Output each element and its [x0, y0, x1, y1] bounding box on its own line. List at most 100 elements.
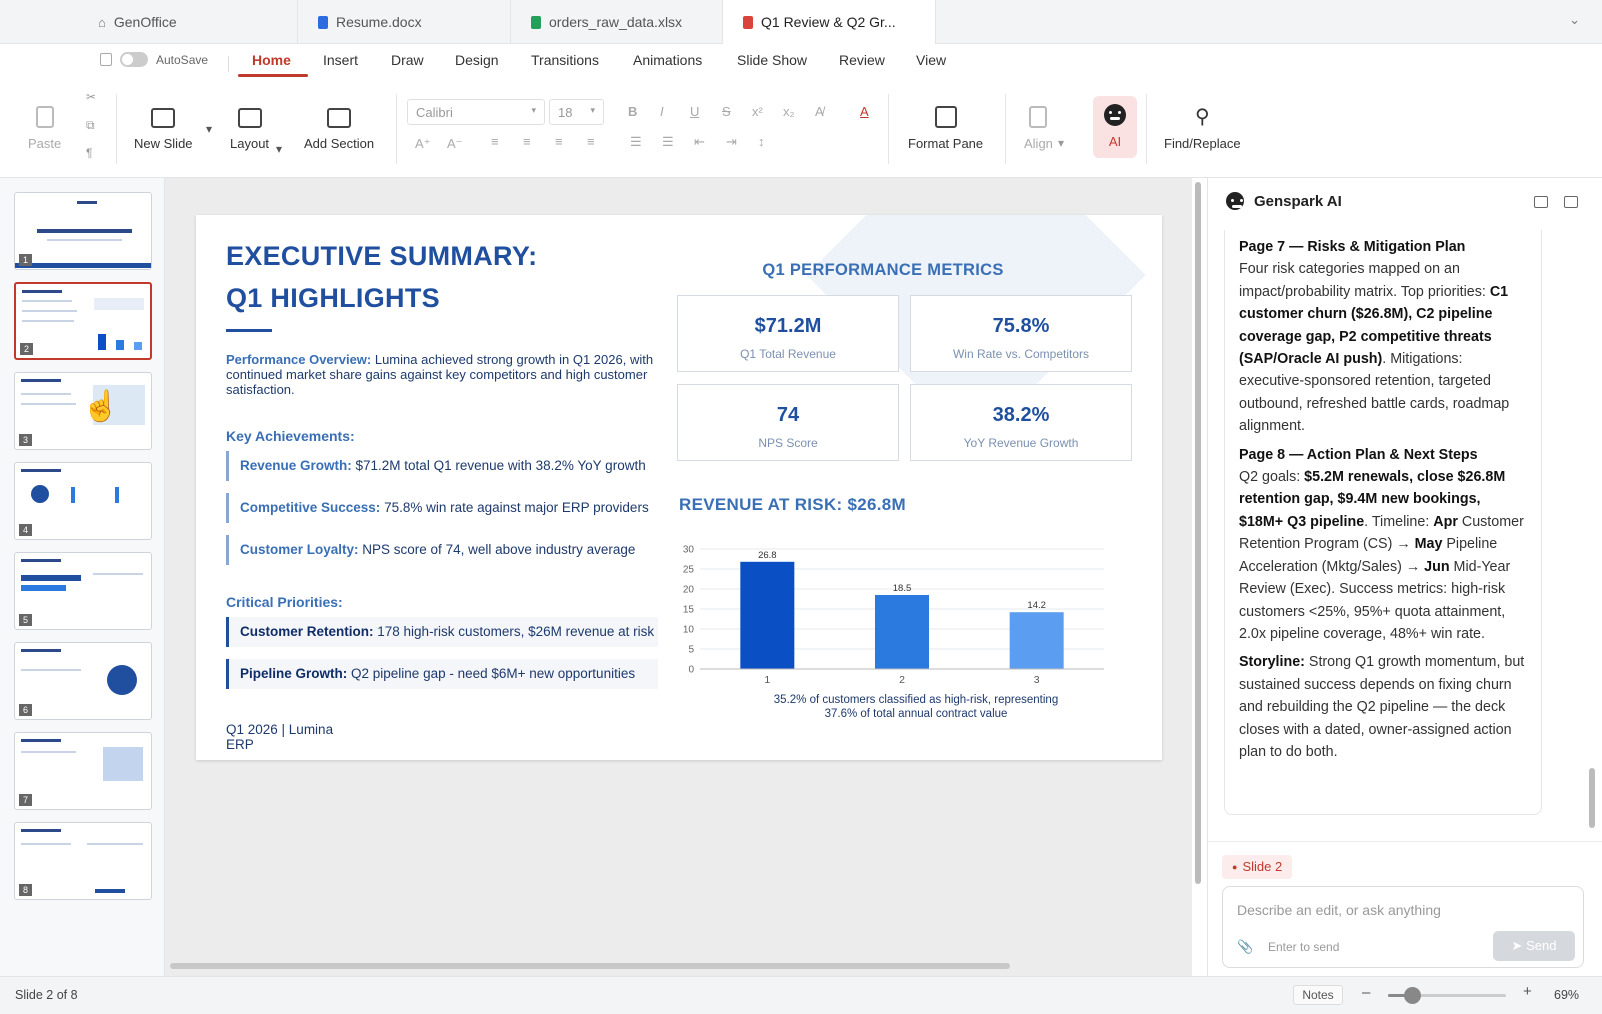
- tab-orders-data[interactable]: orders_raw_data.xlsx: [511, 0, 723, 44]
- font-size-select[interactable]: 18 ▾: [549, 99, 604, 125]
- collapse-panel-icon[interactable]: [1564, 196, 1578, 208]
- menu-animations[interactable]: Animations: [633, 52, 702, 68]
- slide-2[interactable]: EXECUTIVE SUMMARY: Q1 HIGHLIGHTS Perform…: [196, 215, 1162, 760]
- slide-thumbnail[interactable]: 5: [14, 552, 152, 630]
- slide-number: 3: [19, 434, 32, 446]
- indent-icon[interactable]: ⇥: [726, 134, 737, 150]
- autosave-toggle[interactable]: [120, 52, 148, 67]
- slide-thumbnail[interactable]: 7: [14, 732, 152, 810]
- slide-thumbnail-selected[interactable]: 2: [14, 282, 152, 360]
- numbered-list-icon[interactable]: ☰: [662, 134, 674, 150]
- align-right-icon[interactable]: ≡: [555, 134, 563, 149]
- decrease-font-icon[interactable]: A⁻: [447, 136, 463, 152]
- y-tick-label: 10: [683, 625, 695, 636]
- metrics-title: Q1 PERFORMANCE METRICS: [762, 261, 1004, 279]
- chat-scrollbar-thumb[interactable]: [1589, 768, 1595, 828]
- tab-genoffice[interactable]: ⌂ GenOffice: [78, 0, 298, 44]
- thumbnail-bar: [115, 487, 119, 503]
- thumbnail-text-line: [21, 393, 71, 395]
- word-doc-icon: [318, 15, 328, 29]
- font-color-icon[interactable]: A: [860, 104, 869, 119]
- zoom-slider-handle[interactable]: [1404, 987, 1421, 1004]
- ai-panel-header: Genspark AI: [1226, 192, 1342, 210]
- align-dropdown-icon[interactable]: ▾: [1058, 136, 1064, 150]
- slide-thumbnail[interactable]: 4: [14, 462, 152, 540]
- save-icon[interactable]: [100, 53, 112, 66]
- align-center-icon[interactable]: ≡: [523, 134, 531, 149]
- slide-thumbnail[interactable]: 8: [14, 822, 152, 900]
- bold-icon[interactable]: B: [628, 104, 637, 119]
- slide-number: 1: [19, 254, 32, 266]
- attach-icon[interactable]: 📎: [1237, 939, 1253, 955]
- slide-number: 8: [19, 884, 32, 896]
- ribbon-toolbar: Paste ✂ ⧉ ¶ New Slide ▾ Layout ▾ Add Sec…: [0, 82, 1602, 178]
- paste-button[interactable]: Paste: [28, 106, 61, 151]
- format-pane-button[interactable]: Format Pane: [908, 106, 983, 151]
- menu-bar: AutoSave Home Insert Draw Design Transit…: [0, 44, 1602, 82]
- strikethrough-icon[interactable]: S: [722, 104, 731, 119]
- format-painter-icon[interactable]: ¶: [86, 146, 92, 160]
- line-spacing-icon[interactable]: ↕: [758, 134, 765, 149]
- notes-button[interactable]: Notes: [1293, 985, 1343, 1005]
- zoom-out-icon[interactable]: –: [1362, 984, 1370, 1001]
- tab-label: orders_raw_data.xlsx: [549, 14, 683, 30]
- subscript-icon[interactable]: x₂: [783, 104, 795, 119]
- horizontal-scrollbar[interactable]: [170, 963, 1010, 969]
- superscript-icon[interactable]: x²: [752, 104, 763, 119]
- outdent-icon[interactable]: ⇤: [694, 134, 705, 150]
- clear-format-icon[interactable]: A̸: [815, 104, 824, 119]
- thumbnail-text-line: [21, 751, 76, 753]
- cut-icon[interactable]: ✂: [86, 90, 96, 104]
- ai-button[interactable]: AI: [1093, 96, 1137, 158]
- align-left-icon[interactable]: ≡: [491, 134, 499, 149]
- menu-home[interactable]: Home: [252, 52, 291, 68]
- menu-slide-show[interactable]: Slide Show: [737, 52, 807, 68]
- menu-draw[interactable]: Draw: [391, 52, 424, 68]
- thumbnail-title-bar: [21, 829, 61, 832]
- footer-line: Q1 2026 | Lumina: [226, 722, 334, 737]
- tab-label: Resume.docx: [336, 14, 422, 30]
- metric-value: $71.2M: [754, 315, 822, 337]
- ai-assistant-icon: [1104, 104, 1126, 126]
- tab-q1-review[interactable]: Q1 Review & Q2 Gr...: [723, 0, 936, 44]
- y-tick-label: 20: [683, 585, 695, 596]
- copy-icon[interactable]: ⧉: [86, 118, 95, 133]
- menu-review[interactable]: Review: [839, 52, 885, 68]
- font-family-select[interactable]: Calibri ▾: [407, 99, 545, 125]
- thumbnail-text-line: [37, 229, 132, 233]
- find-replace-button[interactable]: ⚲ Find/Replace: [1164, 106, 1241, 151]
- menu-insert[interactable]: Insert: [323, 52, 358, 68]
- layout-button[interactable]: Layout: [230, 108, 269, 151]
- underline-icon[interactable]: U: [690, 104, 699, 119]
- tab-resume[interactable]: Resume.docx: [298, 0, 511, 44]
- message-bold-text: Apr: [1433, 513, 1458, 530]
- thumbnail-pie: [107, 665, 137, 695]
- message-paragraph: Storyline: Strong Q1 growth momentum, bu…: [1239, 651, 1527, 763]
- layout-dropdown-icon[interactable]: ▾: [276, 142, 282, 156]
- vertical-scrollbar[interactable]: [1192, 178, 1204, 892]
- scrollbar-thumb[interactable]: [1195, 182, 1201, 884]
- message-text: Q2 goals:: [1239, 469, 1305, 486]
- align-button[interactable]: Align: [1024, 106, 1053, 151]
- slide-thumbnail[interactable]: 6: [14, 642, 152, 720]
- send-button[interactable]: ➤ Send: [1493, 931, 1575, 961]
- slide-thumbnail[interactable]: 1: [14, 192, 152, 270]
- ai-prompt-input[interactable]: Describe an edit, or ask anything 📎 Ente…: [1222, 886, 1584, 968]
- new-chat-icon[interactable]: [1534, 196, 1548, 208]
- menu-view[interactable]: View: [916, 52, 946, 68]
- justify-icon[interactable]: ≡: [587, 134, 595, 149]
- chevron-down-icon[interactable]: ⌄: [1569, 12, 1580, 28]
- add-section-button[interactable]: Add Section: [304, 108, 374, 151]
- italic-icon[interactable]: I: [660, 104, 664, 119]
- slide-number: 5: [19, 614, 32, 626]
- menu-design[interactable]: Design: [455, 52, 499, 68]
- bullet-list-icon[interactable]: ☰: [630, 134, 642, 150]
- zoom-in-icon[interactable]: +: [1523, 983, 1532, 1000]
- new-slide-button[interactable]: New Slide: [134, 108, 193, 151]
- divider: [116, 94, 117, 164]
- slide-context-chip[interactable]: Slide 2: [1222, 855, 1293, 879]
- menu-transitions[interactable]: Transitions: [531, 52, 599, 68]
- increase-font-icon[interactable]: A⁺: [415, 136, 431, 152]
- thumbnail-text-line: [21, 403, 76, 405]
- new-slide-dropdown-icon[interactable]: ▾: [206, 122, 212, 136]
